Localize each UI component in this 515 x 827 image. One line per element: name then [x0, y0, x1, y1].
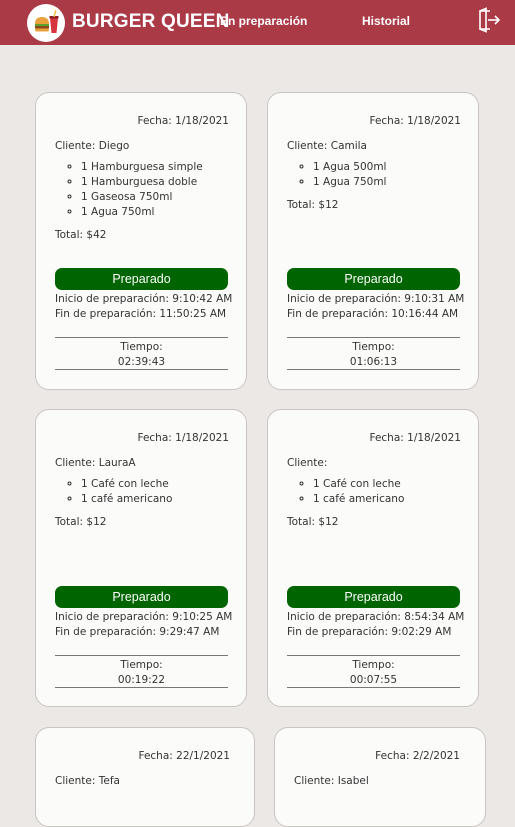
nav-history[interactable]: Historial — [362, 14, 410, 28]
time-value: 00:07:55 — [349, 674, 398, 686]
prepared-button[interactable]: Preparado — [55, 268, 228, 290]
logout-icon[interactable] — [477, 7, 501, 33]
order-client: Cliente: LauraA — [55, 457, 136, 469]
divider — [287, 655, 460, 656]
time-label: Tiempo: — [120, 659, 163, 671]
order-item: 1 Gaseosa 750ml — [81, 190, 203, 205]
divider — [55, 687, 228, 688]
order-date: Fecha: 1/18/2021 — [137, 432, 229, 444]
order-item: 1 Hamburguesa simple — [81, 160, 203, 175]
order-total: Total: $12 — [287, 199, 339, 211]
order-total: Total: $12 — [287, 516, 339, 528]
order-total: Total: $42 — [55, 229, 107, 241]
order-item: 1 Agua 750ml — [81, 205, 203, 220]
order-items: 1 Hamburguesa simple 1 Hamburguesa doble… — [55, 160, 203, 220]
order-item: 1 café americano — [81, 492, 172, 507]
order-item: 1 Café con leche — [81, 477, 172, 492]
app-header: BURGER QUEEN En preparación Historial — [0, 0, 515, 45]
order-item: 1 café americano — [313, 492, 404, 507]
divider — [287, 337, 460, 338]
time-label: Tiempo: — [352, 659, 395, 671]
nav-in-preparation[interactable]: En preparación — [220, 14, 307, 28]
time-value: 00:19:22 — [117, 674, 166, 686]
order-client: Cliente: — [287, 457, 328, 469]
order-client: Cliente: Tefa — [55, 775, 120, 787]
order-items: 1 Café con leche 1 café americano — [55, 477, 172, 507]
divider — [55, 369, 228, 370]
order-date: Fecha: 2/2/2021 — [375, 750, 460, 762]
order-items: 1 Agua 500ml 1 Agua 750ml — [287, 160, 386, 190]
order-item: 1 Agua 500ml — [313, 160, 386, 175]
divider — [287, 687, 460, 688]
order-items: 1 Café con leche 1 café americano — [287, 477, 404, 507]
order-item: 1 Hamburguesa doble — [81, 175, 203, 190]
start-time: Inicio de preparación: 9:10:25 AM — [55, 611, 233, 623]
order-card: Fecha: 1/18/2021 Cliente: Camila 1 Agua … — [267, 92, 479, 390]
order-client: Cliente: Isabel — [294, 775, 369, 787]
order-card: Fecha: 22/1/2021 Cliente: Tefa — [35, 727, 255, 827]
order-date: Fecha: 1/18/2021 — [369, 115, 461, 127]
order-client: Cliente: Camila — [287, 140, 367, 152]
time-value: 02:39:43 — [117, 356, 166, 368]
start-time: Inicio de preparación: 9:10:31 AM — [287, 293, 465, 305]
prepared-button[interactable]: Preparado — [55, 586, 228, 608]
end-time: Fin de preparación: 9:29:47 AM — [55, 626, 220, 638]
order-card: Fecha: 1/18/2021 Cliente: Diego 1 Hambur… — [35, 92, 247, 390]
order-card: Fecha: 1/18/2021 Cliente: 1 Café con lec… — [267, 409, 479, 707]
end-time: Fin de preparación: 9:02:29 AM — [287, 626, 452, 638]
time-label: Tiempo: — [352, 341, 395, 353]
divider — [287, 369, 460, 370]
order-date: Fecha: 22/1/2021 — [138, 750, 230, 762]
start-time: Inicio de preparación: 8:54:34 AM — [287, 611, 465, 623]
order-card: Fecha: 1/18/2021 Cliente: LauraA 1 Café … — [35, 409, 247, 707]
divider — [55, 337, 228, 338]
order-item: 1 Café con leche — [313, 477, 404, 492]
order-date: Fecha: 1/18/2021 — [369, 432, 461, 444]
order-client: Cliente: Diego — [55, 140, 130, 152]
order-card: Fecha: 2/2/2021 Cliente: Isabel — [274, 727, 486, 827]
order-date: Fecha: 1/18/2021 — [137, 115, 229, 127]
order-item: 1 Agua 750ml — [313, 175, 386, 190]
divider — [55, 655, 228, 656]
end-time: Fin de preparación: 11:50:25 AM — [55, 308, 227, 320]
time-value: 01:06:13 — [349, 356, 398, 368]
start-time: Inicio de preparación: 9:10:42 AM — [55, 293, 233, 305]
prepared-button[interactable]: Preparado — [287, 268, 460, 290]
burger-drink-logo[interactable] — [27, 4, 65, 42]
order-total: Total: $12 — [55, 516, 107, 528]
brand-title: BURGER QUEEN — [72, 11, 230, 32]
prepared-button[interactable]: Preparado — [287, 586, 460, 608]
end-time: Fin de preparación: 10:16:44 AM — [287, 308, 459, 320]
time-label: Tiempo: — [120, 341, 163, 353]
